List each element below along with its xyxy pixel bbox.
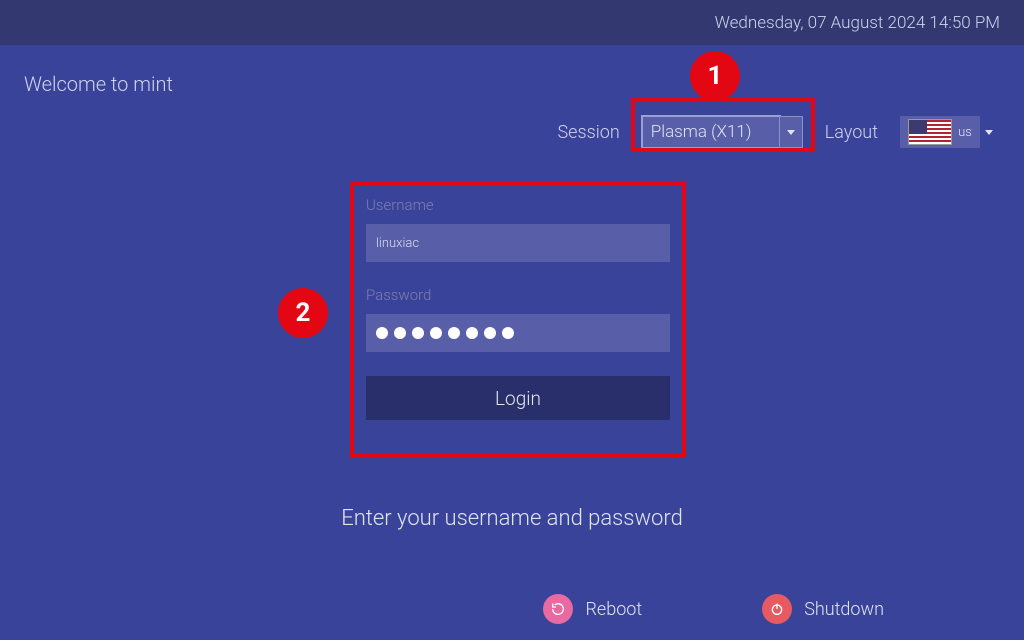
layout-code: us: [958, 125, 972, 140]
login-form: Username linuxiac Password Login: [366, 196, 670, 420]
reboot-label: Reboot: [585, 599, 642, 620]
username-label: Username: [366, 196, 670, 214]
layout-flag-box[interactable]: us: [900, 116, 980, 148]
prompt-text: Enter your username and password: [0, 506, 1024, 531]
power-icon: [762, 594, 792, 624]
layout-dropdown[interactable]: us: [900, 116, 996, 148]
layout-label: Layout: [825, 122, 878, 143]
password-input[interactable]: [366, 314, 670, 352]
annotation-badge-2: 2: [280, 290, 326, 336]
login-button[interactable]: Login: [366, 376, 670, 420]
password-dots: [366, 327, 514, 339]
welcome-text: Welcome to mint: [24, 72, 173, 96]
chevron-down-icon: [985, 130, 993, 135]
session-value[interactable]: Plasma (X11): [642, 116, 780, 148]
shutdown-button[interactable]: Shutdown: [762, 594, 884, 624]
username-input[interactable]: linuxiac: [366, 224, 670, 262]
layout-caret-button[interactable]: [982, 116, 996, 148]
datetime-text: Wednesday, 07 August 2024 14:50 PM: [715, 13, 1000, 33]
us-flag-icon: [908, 119, 952, 145]
selectors-row: Session Plasma (X11) Layout us: [558, 116, 996, 148]
reboot-button[interactable]: Reboot: [543, 594, 642, 624]
session-dropdown[interactable]: Plasma (X11): [642, 116, 803, 148]
power-row: Reboot Shutdown: [543, 594, 884, 624]
shutdown-label: Shutdown: [804, 599, 884, 620]
session-caret-button[interactable]: [779, 116, 803, 148]
password-label: Password: [366, 286, 670, 304]
top-bar: Wednesday, 07 August 2024 14:50 PM: [0, 0, 1024, 45]
annotation-badge-1: 1: [692, 53, 738, 99]
chevron-down-icon: [787, 130, 795, 135]
reboot-icon: [543, 594, 573, 624]
session-label: Session: [558, 122, 620, 143]
